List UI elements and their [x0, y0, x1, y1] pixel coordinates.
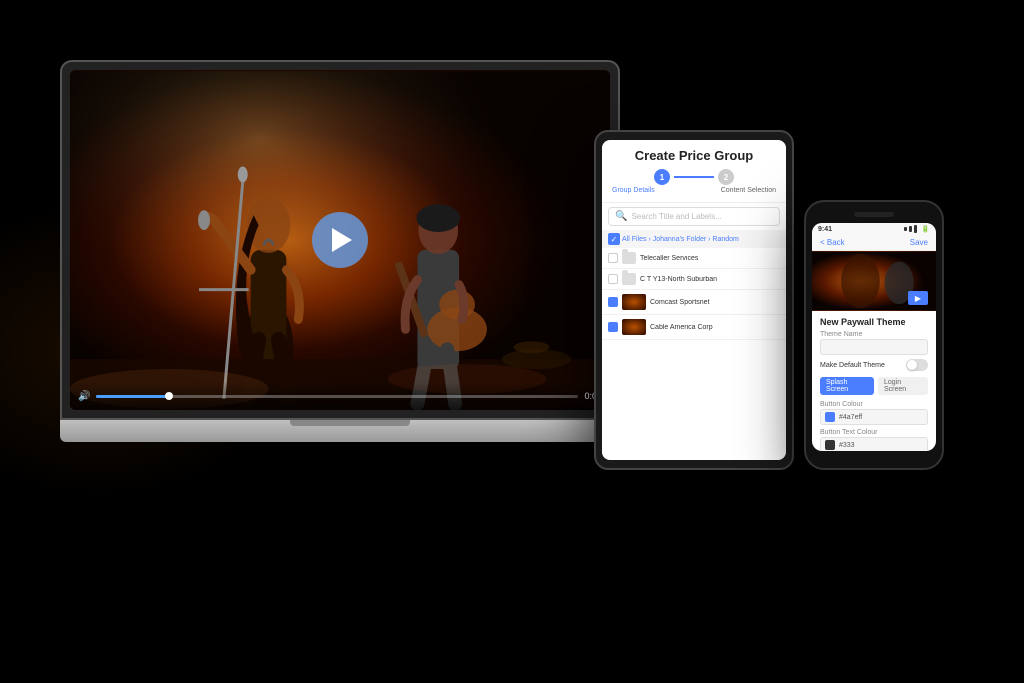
video-controls: 🔊 0:06: [70, 382, 610, 410]
volume-icon[interactable]: 🔊: [78, 391, 90, 402]
tablet-search-box[interactable]: 🔍 Search Title and Labels...: [608, 207, 780, 226]
concert-video: 🔊 0:06: [70, 70, 610, 410]
phone-back-button[interactable]: < Back: [820, 238, 845, 247]
status-icons: 🔋: [904, 225, 930, 233]
video-thumbnail: [622, 294, 646, 310]
phone-content: New Paywall Theme Theme Name Make Defaul…: [812, 311, 936, 451]
tablet-header: Create Price Group 1 2 Group Details Con…: [602, 140, 786, 203]
phone-nav-bar: < Back Save: [812, 235, 936, 251]
search-placeholder: Search Title and Labels...: [631, 212, 721, 221]
file-name: C T Y13-North Suburban: [640, 276, 780, 283]
tablet-screen: Create Price Group 1 2 Group Details Con…: [602, 140, 786, 460]
phone-toggle-knob: [907, 360, 917, 370]
phone-toggle[interactable]: [906, 359, 928, 371]
step-1-label: Group Details: [612, 187, 655, 194]
folder-nav-text: All Files › Johanna's Folder › Random: [622, 236, 739, 243]
phone-theme-name-input[interactable]: [820, 339, 928, 355]
phone-theme-name-label: Theme Name: [820, 331, 928, 338]
button-colour-value: #4a7eff: [839, 414, 862, 421]
file-checkbox-checked[interactable]: [608, 322, 618, 332]
file-item[interactable]: C T Y13-North Suburban: [602, 269, 786, 290]
tablet-steps: 1 2: [610, 169, 778, 185]
laptop-screen-inner: 🔊 0:06: [70, 70, 610, 410]
button-text-colour-value: #333: [839, 442, 855, 449]
phone-button-text-colour-field[interactable]: #333: [820, 437, 928, 451]
step-1-dot: 1: [654, 169, 670, 185]
folder-navigation[interactable]: All Files › Johanna's Folder › Random: [602, 230, 786, 248]
file-checkbox[interactable]: [608, 274, 618, 284]
phone-device: 9:41 🔋 < Back Save: [804, 200, 944, 470]
phone-button-colour-label: Button Colour: [820, 401, 928, 408]
step-line: [674, 176, 714, 178]
phone-notch: [854, 212, 894, 217]
main-scene: 🔊 0:06 Create Price Group 1: [0, 0, 1024, 683]
file-checkbox-checked[interactable]: [608, 297, 618, 307]
file-name: Comcast Sportsnet: [650, 299, 780, 306]
play-icon: [332, 228, 352, 252]
phone-screen: 9:41 🔋 < Back Save: [812, 223, 936, 451]
laptop-device: 🔊 0:06: [60, 60, 640, 480]
phone-video-thumbnail[interactable]: ▶: [812, 251, 936, 311]
video-thumbnail: [622, 319, 646, 335]
thumb-image: [622, 319, 646, 335]
signal-bar-1: [904, 227, 907, 231]
phone-play-button[interactable]: ▶: [908, 291, 928, 305]
file-list: Telecaller Services C T Y13-North Suburb…: [602, 248, 786, 460]
phone-play-icon: ▶: [915, 294, 921, 303]
phone-time: 9:41: [818, 226, 832, 233]
laptop-base: [60, 420, 640, 442]
search-icon: 🔍: [615, 211, 627, 222]
file-name: Cable America Corp: [650, 324, 780, 331]
laptop-notch: [290, 420, 410, 426]
signal-bar-3: [914, 225, 917, 233]
tablet-title: Create Price Group: [610, 148, 778, 163]
step-labels: Group Details Content Selection: [610, 187, 778, 194]
phone-save-button[interactable]: Save: [910, 238, 928, 247]
play-button[interactable]: [312, 212, 368, 268]
file-item[interactable]: Cable America Corp: [602, 315, 786, 340]
step-2-dot: 2: [718, 169, 734, 185]
file-item[interactable]: Telecaller Services: [602, 248, 786, 269]
laptop-screen-outer: 🔊 0:06: [60, 60, 620, 420]
phone-button-colour-field[interactable]: #4a7eff: [820, 409, 928, 425]
phone-tab-row: Splash Screen Login Screen: [820, 377, 928, 395]
phone-toggle-row: Make Default Theme: [820, 359, 928, 371]
progress-thumb: [165, 392, 173, 400]
folder-icon: [622, 273, 636, 285]
phone-status-bar: 9:41 🔋: [812, 223, 936, 235]
button-text-colour-swatch: [825, 440, 835, 450]
select-all-checkbox[interactable]: [608, 233, 620, 245]
login-screen-tab[interactable]: Login Screen: [878, 377, 928, 395]
step-2-label: Content Selection: [721, 187, 776, 194]
file-item[interactable]: Comcast Sportsnet: [602, 290, 786, 315]
tablet-device: Create Price Group 1 2 Group Details Con…: [594, 130, 794, 470]
signal-bar-2: [909, 226, 912, 232]
phone-button-text-colour-label: Button Text Colour: [820, 429, 928, 436]
progress-fill: [96, 395, 168, 398]
thumb-image: [622, 294, 646, 310]
file-name: Telecaller Services: [640, 255, 780, 262]
phone-section-title: New Paywall Theme: [820, 317, 928, 327]
splash-screen-tab[interactable]: Splash Screen: [820, 377, 874, 395]
button-colour-swatch: [825, 412, 835, 422]
folder-icon: [622, 252, 636, 264]
phone-toggle-label: Make Default Theme: [820, 362, 885, 369]
file-checkbox[interactable]: [608, 253, 618, 263]
battery-icon: 🔋: [921, 225, 930, 233]
progress-bar[interactable]: [96, 395, 578, 398]
